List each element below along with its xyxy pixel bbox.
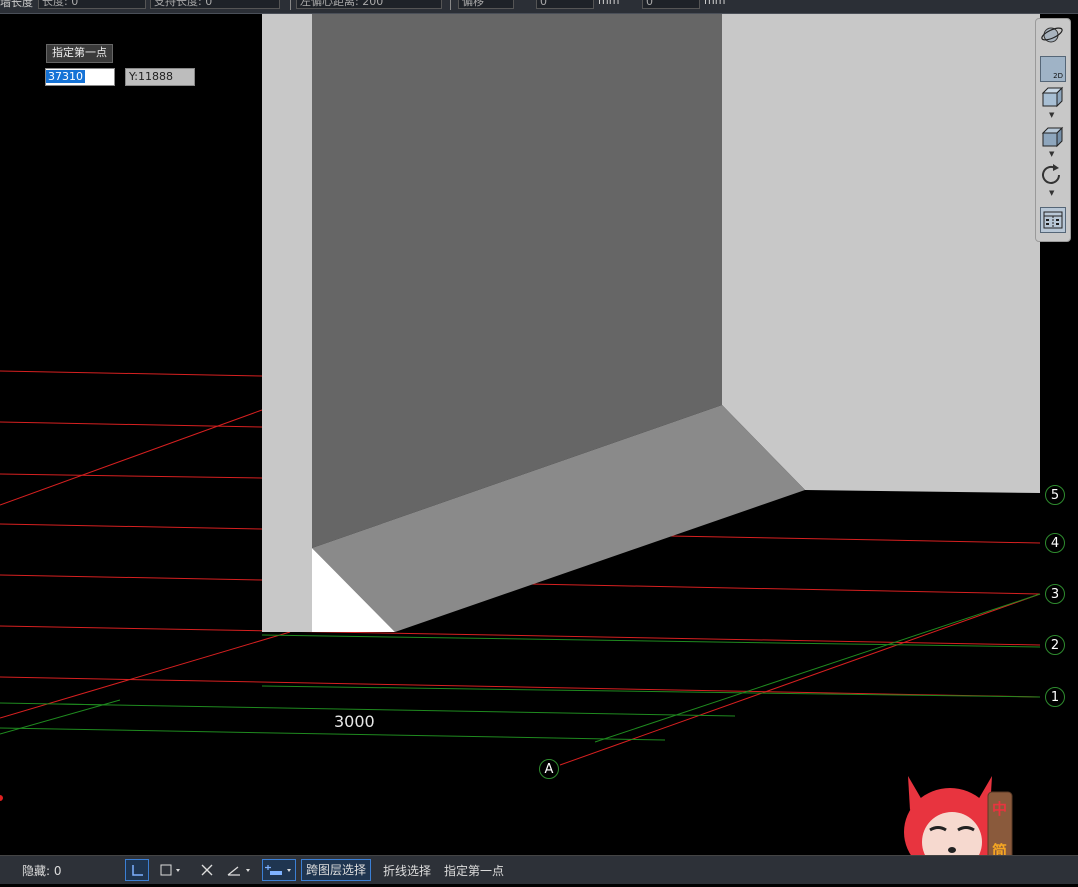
status-bar: 隐藏: 0 跨图层选择 折线选择 指定第一点 [0,855,1078,884]
axis-bubble-2: 2 [1045,635,1065,655]
wall-right-face [722,14,1040,493]
axis-bubble-3: 3 [1045,584,1065,604]
offset-x-unit: mm [598,0,620,7]
rotate-button[interactable] [1040,163,1064,187]
layout-icon [1043,211,1063,229]
offset-toggle[interactable]: 偏移 [458,0,514,9]
ortho-icon [132,865,143,876]
axis-bubble-a: A [539,759,559,779]
cross-icon [201,864,213,876]
snap-icon [160,864,180,876]
ortho-toggle-button[interactable] [125,859,149,881]
rotate-icon [1042,164,1060,184]
orbit-icon [1041,27,1063,43]
command-prompt-text: 指定第一点 [444,864,505,878]
cube-view-button[interactable] [1040,125,1064,149]
hidden-count-label: 隐藏: 0 [22,864,62,878]
cube-view-icon [1041,126,1064,148]
2d-view-icon: 2D [1053,72,1063,80]
intersection-toggle-button[interactable] [195,859,219,881]
layout-button[interactable] [1040,207,1066,233]
y-coordinate-input[interactable]: Y:11888 [125,68,195,86]
box-view-button[interactable] [1040,85,1064,109]
axis-bubble-1: 1 [1045,687,1065,707]
x-coordinate-input[interactable]: 37310 [45,68,115,86]
offset-x-field[interactable]: 0 [536,0,594,9]
support-length-field[interactable]: 支持长度: 0 [150,0,280,9]
x-coordinate-value: 37310 [46,70,85,83]
top-toolbar: 墙长度 长度: 0 支持长度: 0 左偏心距离: 200 偏移 0 mm 0 m… [0,0,1078,14]
point-prompt-label: 指定第一点 [46,44,113,63]
view-toolbar: 2D ▼ ▼ ▼ [1035,18,1071,242]
cross-layer-select-button[interactable]: 跨图层选择 [301,859,372,881]
offset-y-field[interactable]: 0 [642,0,700,9]
dimension-label: 3000 [334,712,375,731]
wall-length-label: 墙长度 [0,0,33,9]
toolbar-divider [450,0,451,10]
orbit-button[interactable] [1040,23,1064,47]
offset-y-unit: mm [704,0,726,7]
snap-toggle-button[interactable] [155,859,185,881]
length-field[interactable]: 长度: 0 [38,0,146,9]
red-marker [0,795,3,801]
mascot-char-zhong: 中 [992,800,1008,818]
rotate-caret-icon[interactable]: ▼ [1049,189,1054,197]
box-view-caret-icon[interactable]: ▼ [1049,111,1054,119]
axis-bubble-5: 5 [1045,485,1065,505]
offset-distance-field[interactable]: 左偏心距离: 200 [296,0,442,9]
dynamic-input-toggle-button[interactable] [262,859,296,881]
axis-bubble-4: 4 [1045,533,1065,553]
box-view-icon [1041,86,1064,108]
left-wall-edge [262,14,312,632]
toolbar-divider [290,0,291,10]
angle-icon [227,866,250,876]
green-grid-lines [0,593,1041,743]
angle-toggle-button[interactable] [224,859,256,881]
polyline-select-button[interactable]: 折线选择 [383,862,431,879]
2d-view-button[interactable]: 2D [1040,56,1066,82]
cube-view-caret-icon[interactable]: ▼ [1049,150,1054,158]
dynamic-input-icon [265,865,291,875]
3d-viewport[interactable]: 5 4 3 2 1 A 3000 [0,14,1078,854]
scene-drawing [0,14,1041,801]
